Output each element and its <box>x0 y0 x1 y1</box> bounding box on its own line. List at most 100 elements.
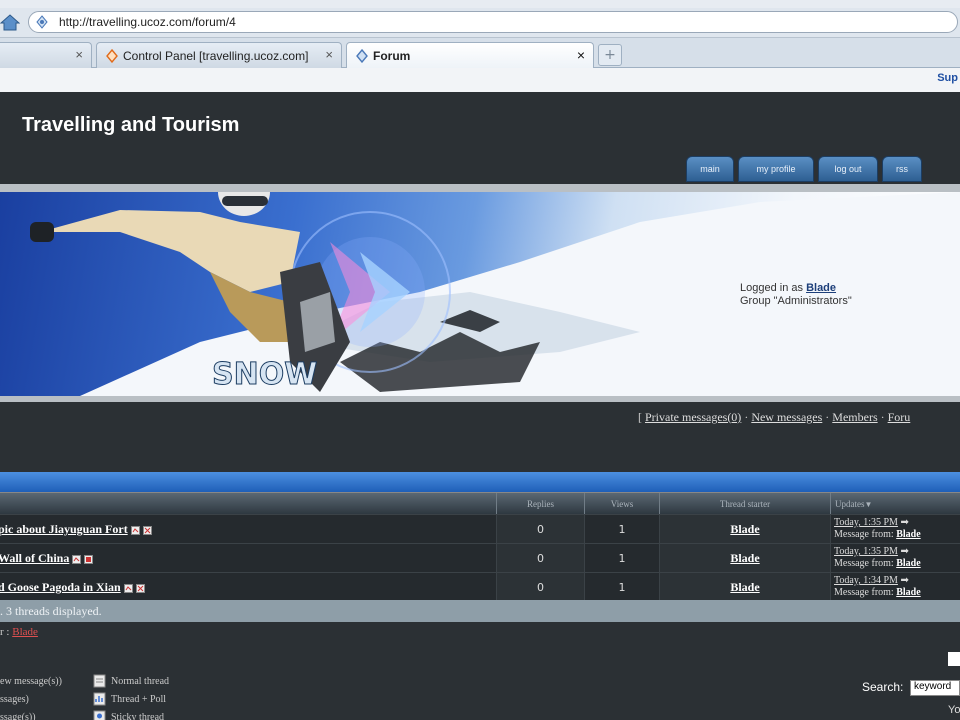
column-updates[interactable]: Updates▼ <box>830 493 960 515</box>
poll-thread-icon <box>93 692 106 706</box>
tab-label: Forum <box>373 49 411 63</box>
last-update: Today, 1:35 PM ➡ Message from: Blade <box>830 515 960 544</box>
update-time-link[interactable]: Today, 1:35 PM <box>834 517 898 528</box>
forum-links-row: [ Private messages(0) · New messages · M… <box>0 402 960 472</box>
column-thread-starter: Thread starter <box>659 493 830 515</box>
column-views: Views <box>584 493 659 515</box>
views-count: 1 <box>584 573 659 602</box>
threads-count-text: . 3 threads displayed. <box>0 604 102 618</box>
poll-icon <box>130 525 140 535</box>
update-time-link[interactable]: Today, 1:35 PM <box>834 546 898 557</box>
moderator-row: r : Blade <box>0 622 960 644</box>
message-from-user-link[interactable]: Blade <box>896 529 920 540</box>
private-messages-link[interactable]: Private messages(0) <box>645 410 741 424</box>
tab-control-panel[interactable]: Control Panel [travelling.ucoz.com] × <box>96 42 342 68</box>
thread-legend: ew message(s)) ssages) ssage(s)) Normal … <box>0 644 960 720</box>
nav-tab-rss[interactable]: rss <box>882 156 922 182</box>
update-time-link[interactable]: Today, 1:34 PM <box>834 575 898 586</box>
nav-tab-main[interactable]: main <box>686 156 734 182</box>
poll-icon <box>123 583 133 593</box>
views-count: 1 <box>584 544 659 573</box>
sticky-thread-icon <box>93 710 106 720</box>
search-label: Search: <box>862 680 904 694</box>
message-from-user-link[interactable]: Blade <box>896 587 920 598</box>
go-last-icon[interactable]: ➡ <box>900 546 908 557</box>
address-toolbar: http://travelling.ucoz.com/forum/4 <box>0 8 960 38</box>
normal-thread-icon <box>93 674 106 688</box>
user-group: Group "Administrators" <box>740 295 852 307</box>
last-update: Today, 1:35 PM ➡ Message from: Blade <box>830 544 960 573</box>
message-from-label: Message from: <box>834 558 894 569</box>
site-title[interactable]: Travelling and Tourism <box>22 114 239 137</box>
tab-close-button[interactable]: × <box>325 47 333 62</box>
thread-table-header: Replies Views Thread starter Updates▼ <box>0 492 960 515</box>
go-last-icon[interactable]: ➡ <box>900 517 908 528</box>
tab-bar: × Control Panel [travelling.ucoz.com] × … <box>0 38 960 68</box>
bottom-right-text: Yo <box>948 704 960 716</box>
thread-title-link[interactable]: pic about Jiayuguan Fort <box>0 522 152 537</box>
address-url: http://travelling.ucoz.com/forum/4 <box>59 15 236 29</box>
home-icon[interactable] <box>0 12 20 32</box>
tab-forum[interactable]: Forum × <box>346 42 594 68</box>
thread-starter-link[interactable]: Blade <box>659 544 830 573</box>
poll-icon <box>72 554 82 564</box>
tab-previous[interactable]: × <box>0 42 92 68</box>
thread-title: pic about Jiayuguan Fort <box>0 522 128 536</box>
nav-tab-my-profile[interactable]: my profile <box>738 156 814 182</box>
bookmarks-bar: Sup <box>0 68 960 92</box>
search-input[interactable]: keyword <box>910 680 960 696</box>
bookmark-link[interactable]: Sup <box>937 72 958 84</box>
logged-in-prefix: Logged in as <box>740 282 803 294</box>
open-bracket: [ <box>638 410 642 424</box>
site-header: Travelling and Tourism main my profile l… <box>0 92 960 184</box>
nav-tab-log-out[interactable]: log out <box>818 156 878 182</box>
separator: · <box>880 410 885 424</box>
separator: · <box>744 410 749 424</box>
message-from-user-link[interactable]: Blade <box>896 558 920 569</box>
separator: · <box>825 410 830 424</box>
site-favicon-icon <box>356 49 368 63</box>
table-row: d Goose Pagoda in Xian 0 1 Blade Today, … <box>0 572 960 602</box>
threads-count-row: . 3 threads displayed. <box>0 600 960 622</box>
forum-links: [ Private messages(0) · New messages · M… <box>638 410 910 425</box>
banner-image: SNOW Logged in as Blade Group "Administr… <box>0 192 960 396</box>
legend-thread-poll: Thread + Poll <box>111 694 167 705</box>
thread-title: d Goose Pagoda in Xian <box>0 580 121 594</box>
column-replies: Replies <box>496 493 584 515</box>
views-count: 1 <box>584 515 659 544</box>
moderator-text: r : Blade <box>0 626 38 638</box>
jump-box[interactable] <box>948 652 960 666</box>
replies-count: 0 <box>496 544 584 573</box>
tab-close-button[interactable]: × <box>75 47 83 62</box>
attachment-icon <box>84 554 94 564</box>
message-from-label: Message from: <box>834 587 894 598</box>
site-favicon-icon <box>36 15 48 29</box>
legend-new-messages: ew message(s)) <box>0 676 62 687</box>
login-info: Logged in as Blade Group "Administrators… <box>740 282 852 308</box>
tab-close-button[interactable]: × <box>577 47 585 63</box>
legend-sticky-thread: Sticky thread <box>111 712 165 720</box>
go-last-icon[interactable]: ➡ <box>900 575 908 586</box>
message-from-label: Message from: <box>834 529 894 540</box>
table-row: Wall of China 0 1 Blade Today, 1:35 PM ➡… <box>0 543 960 573</box>
forum-title-bar <box>0 472 960 492</box>
forum-rules-link[interactable]: Foru <box>888 410 911 424</box>
thread-title-link[interactable]: d Goose Pagoda in Xian <box>0 580 145 595</box>
new-tab-button[interactable]: + <box>598 44 622 66</box>
last-update: Today, 1:34 PM ➡ Message from: Blade <box>830 573 960 602</box>
thread-title: Wall of China <box>0 551 70 565</box>
members-link[interactable]: Members <box>832 410 877 424</box>
moderator-user-link[interactable]: Blade <box>12 626 38 638</box>
banner-text: SNOW <box>212 357 317 392</box>
thread-title-link[interactable]: Wall of China <box>0 551 94 566</box>
legend-hot-messages: ssage(s)) <box>0 712 36 720</box>
tab-label: Control Panel [travelling.ucoz.com] <box>123 49 309 63</box>
replies-count: 0 <box>496 515 584 544</box>
thread-starter-link[interactable]: Blade <box>659 515 830 544</box>
column-updates-label: Updates <box>835 499 865 509</box>
legend-normal-thread: Normal thread <box>111 676 170 687</box>
new-messages-link[interactable]: New messages <box>751 410 822 424</box>
address-input[interactable]: http://travelling.ucoz.com/forum/4 <box>28 11 958 33</box>
logged-in-user-link[interactable]: Blade <box>806 282 836 294</box>
thread-starter-link[interactable]: Blade <box>659 573 830 602</box>
